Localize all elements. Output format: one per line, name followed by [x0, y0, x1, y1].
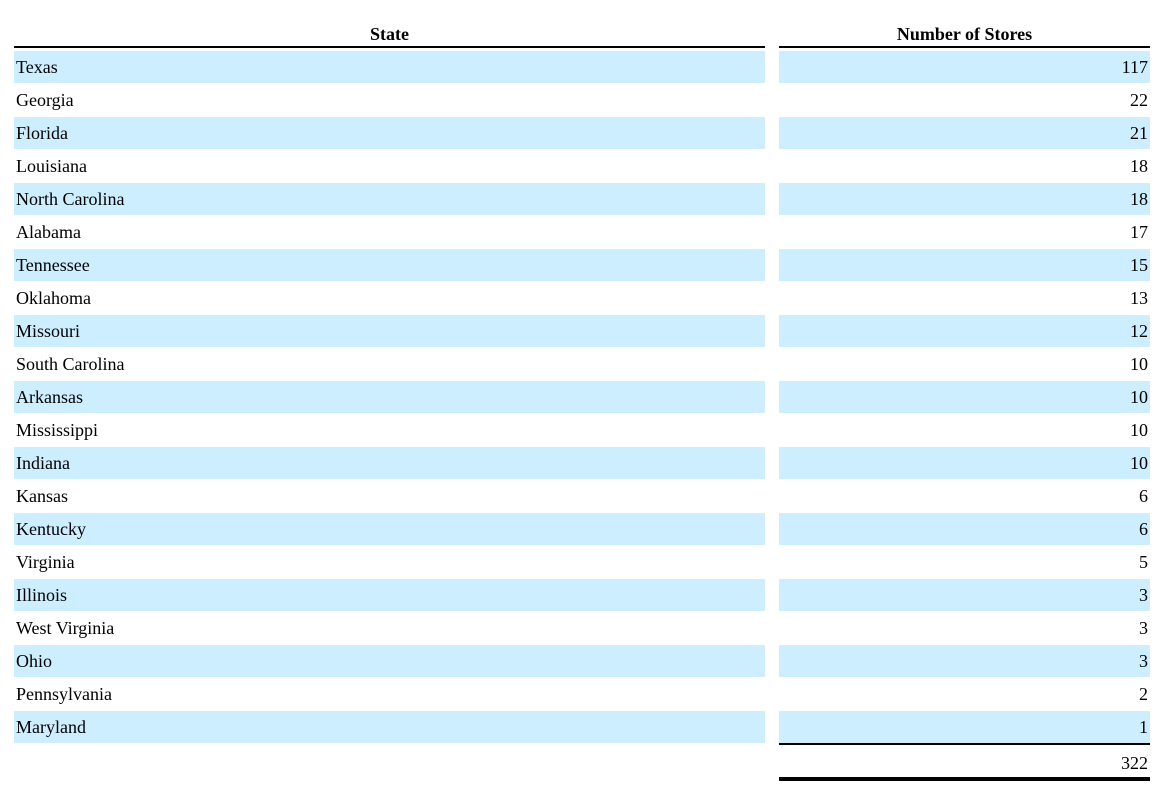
cell-number-of-stores: 3	[779, 645, 1150, 677]
cell-state: Indiana	[14, 447, 765, 479]
cell-state: Tennessee	[14, 249, 765, 281]
cell-state: Florida	[14, 117, 765, 149]
cell-number-of-stores: 15	[779, 249, 1150, 281]
cell-state: West Virginia	[16, 618, 115, 638]
table-row: Kentucky 6	[14, 513, 1150, 546]
table-row: Oklahoma 13	[14, 282, 1150, 315]
table-row: Mississippi 10	[14, 414, 1150, 447]
table-row: Ohio 3	[14, 645, 1150, 678]
cell-number-of-stores: 6	[1139, 486, 1148, 506]
total-value: 322	[1121, 753, 1148, 773]
table-row: Pennsylvania 2	[14, 678, 1150, 711]
table-row: Illinois 3	[14, 579, 1150, 612]
cell-number-of-stores: 21	[779, 117, 1150, 149]
table-row: West Virginia 3	[14, 612, 1150, 645]
header-number-of-stores: Number of Stores	[779, 22, 1150, 48]
cell-number-of-stores: 1	[779, 711, 1150, 743]
cell-state: Kansas	[16, 486, 68, 506]
table-row: Maryland 1	[14, 711, 1150, 744]
total-row: 322	[779, 743, 1150, 781]
cell-number-of-stores: 117	[779, 51, 1150, 83]
table-header: State Number of Stores	[0, 0, 1165, 48]
cell-state: North Carolina	[14, 183, 765, 215]
cell-number-of-stores: 10	[1130, 420, 1148, 440]
cell-state: Texas	[14, 51, 765, 83]
table-row: Florida 21	[14, 117, 1150, 150]
cell-state: Maryland	[14, 711, 765, 743]
cell-number-of-stores: 13	[1130, 288, 1148, 308]
cell-state: Ohio	[14, 645, 765, 677]
cell-number-of-stores: 18	[779, 183, 1150, 215]
cell-state: Oklahoma	[16, 288, 91, 308]
cell-state: Virginia	[16, 552, 75, 572]
cell-number-of-stores: 3	[779, 579, 1150, 611]
table-row: Louisiana 18	[14, 150, 1150, 183]
cell-number-of-stores: 2	[1139, 684, 1148, 704]
cell-number-of-stores: 6	[779, 513, 1150, 545]
cell-state: Georgia	[16, 90, 74, 110]
double-underline	[779, 777, 1150, 781]
table-row: North Carolina 18	[14, 183, 1150, 216]
cell-number-of-stores: 5	[1139, 552, 1148, 572]
cell-number-of-stores: 12	[779, 315, 1150, 347]
cell-number-of-stores: 3	[1139, 618, 1148, 638]
table-body: Texas 117 Georgia 22 Florida 21 Louisiana 18 Nor…	[14, 51, 1150, 744]
table-row: South Carolina 10	[14, 348, 1150, 381]
table-row: Texas 117	[14, 51, 1150, 84]
table-row: Arkansas 10	[14, 381, 1150, 414]
cell-state: Illinois	[14, 579, 765, 611]
cell-number-of-stores: 22	[1130, 90, 1148, 110]
cell-state: Mississippi	[16, 420, 99, 440]
cell-number-of-stores: 10	[779, 447, 1150, 479]
cell-number-of-stores: 18	[1130, 156, 1148, 176]
cell-state: Missouri	[14, 315, 765, 347]
table-row: Indiana 10	[14, 447, 1150, 480]
table-row: Georgia 22	[14, 84, 1150, 117]
cell-state: Pennsylvania	[16, 684, 112, 704]
table-row: Alabama 17	[14, 216, 1150, 249]
stores-by-state-table: State Number of Stores Texas 117 Georgia 22…	[0, 0, 1165, 793]
cell-state: Kentucky	[14, 513, 765, 545]
cell-state: Alabama	[16, 222, 81, 242]
cell-number-of-stores: 10	[779, 381, 1150, 413]
cell-number-of-stores: 17	[1130, 222, 1148, 242]
cell-state: South Carolina	[16, 354, 125, 374]
cell-number-of-stores: 10	[1130, 354, 1148, 374]
cell-state: Arkansas	[14, 381, 765, 413]
cell-state: Louisiana	[16, 156, 87, 176]
table-row: Virginia 5	[14, 546, 1150, 579]
table-row: Tennessee 15	[14, 249, 1150, 282]
header-state: State	[14, 22, 765, 48]
table-row: Missouri 12	[14, 315, 1150, 348]
table-row: Kansas 6	[14, 480, 1150, 513]
